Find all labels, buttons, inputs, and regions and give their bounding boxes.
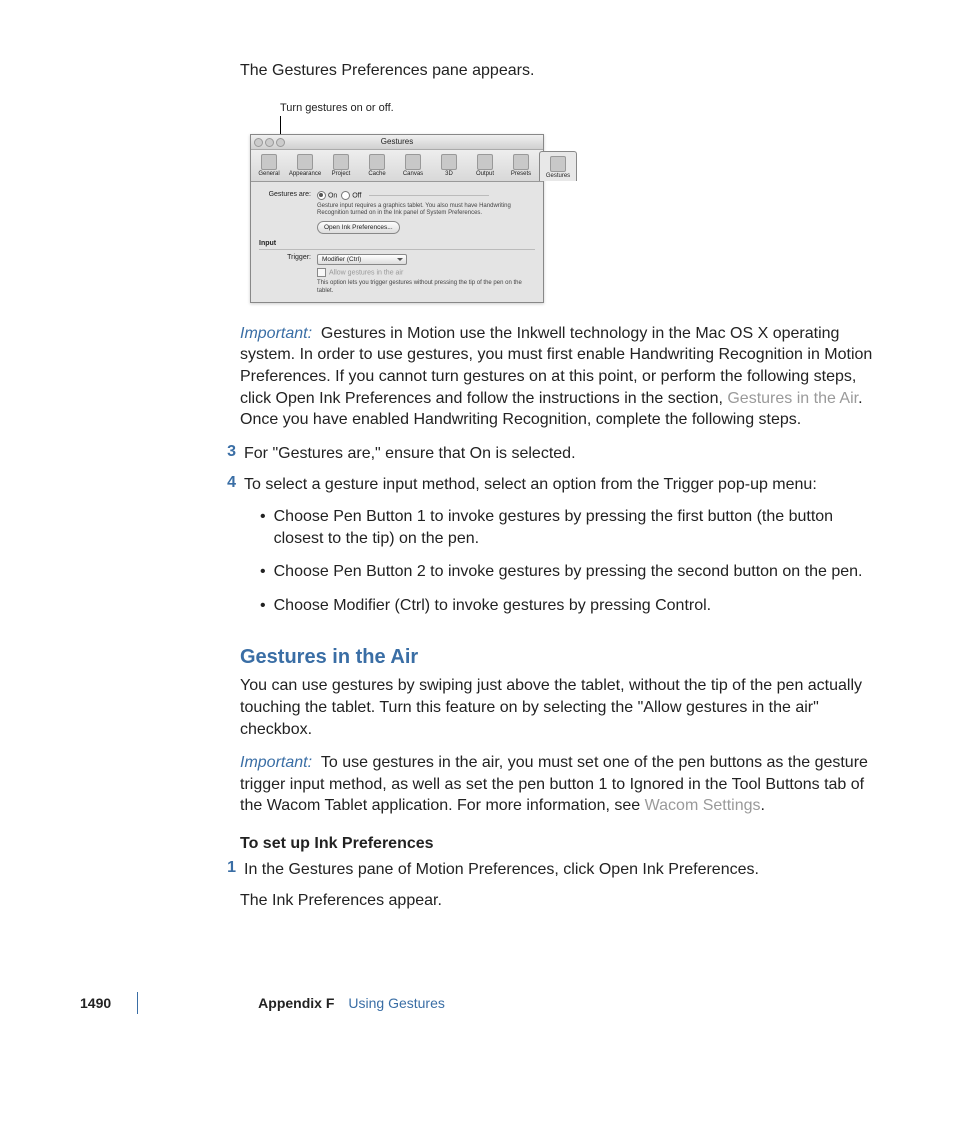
bullet-icon: •: [260, 561, 266, 583]
step-text: For "Gestures are," ensure that On is se…: [244, 443, 880, 465]
presets-icon: [513, 154, 529, 170]
bullet-icon: •: [260, 595, 266, 617]
gestures-are-label: Gestures are:: [259, 191, 311, 198]
air-paragraph: You can use gestures by swiping just abo…: [240, 675, 880, 740]
tab-project: Project: [323, 150, 359, 181]
tab-3d: 3D: [431, 150, 467, 181]
follow-text: The Ink Preferences appear.: [240, 890, 880, 912]
cache-icon: [369, 154, 385, 170]
open-ink-preferences-button: Open Ink Preferences...: [317, 221, 400, 234]
page: The Gestures Preferences pane appears. T…: [0, 0, 954, 1060]
step-3: 3 For "Gestures are," ensure that On is …: [240, 443, 880, 465]
general-icon: [261, 154, 277, 170]
close-icon: [254, 138, 263, 147]
important-label: Important:: [240, 754, 312, 771]
step-text: In the Gestures pane of Motion Preferenc…: [244, 859, 880, 881]
tab-presets: Presets: [503, 150, 539, 181]
project-icon: [333, 154, 349, 170]
step-number: 1: [216, 859, 244, 881]
important-note-2: Important: To use gestures in the air, y…: [240, 752, 880, 817]
output-icon: [477, 154, 493, 170]
tab-output: Output: [467, 150, 503, 181]
gestures-icon: [550, 156, 566, 172]
input-section-label: Input: [259, 240, 535, 247]
prefs-titlebar: Gestures: [251, 135, 543, 150]
air-note: This option lets you trigger gestures wi…: [317, 280, 535, 296]
trigger-label: Trigger:: [259, 254, 311, 261]
footer-divider: [137, 992, 138, 1014]
gesture-requirement-note: Gesture input requires a graphics tablet…: [317, 203, 535, 219]
bullet-icon: •: [260, 506, 266, 549]
tab-canvas: Canvas: [395, 150, 431, 181]
prefs-body: Gestures are: On Off Gesture input requi…: [251, 182, 543, 302]
list-item: •Choose Pen Button 1 to invoke gestures …: [260, 506, 880, 549]
tab-general: General: [251, 150, 287, 181]
off-radio: [341, 191, 350, 200]
gestures-in-air-link[interactable]: Gestures in the Air: [727, 390, 858, 407]
minimize-icon: [265, 138, 274, 147]
intro-text: The Gestures Preferences pane appears.: [240, 60, 880, 82]
tab-cache: Cache: [359, 150, 395, 181]
step-text: To select a gesture input method, select…: [244, 474, 880, 496]
step-4: 4 To select a gesture input method, sele…: [240, 474, 880, 496]
page-number: 1490: [80, 995, 111, 1011]
screenshot-with-callout: Turn gestures on or off. Gestures Genera…: [250, 102, 880, 303]
prefs-toolbar: General Appearance Project Cache Canvas …: [251, 150, 543, 182]
tab-gestures: Gestures: [539, 151, 577, 181]
callout-label: Turn gestures on or off.: [280, 102, 880, 114]
step-number: 4: [216, 474, 244, 496]
on-radio: [317, 191, 326, 200]
list-item: •Choose Pen Button 2 to invoke gestures …: [260, 561, 880, 583]
chapter-title: Using Gestures: [348, 995, 444, 1011]
step-1: 1 In the Gestures pane of Motion Prefere…: [240, 859, 880, 881]
3d-icon: [441, 154, 457, 170]
window-title: Gestures: [381, 137, 413, 146]
list-item: •Choose Modifier (Ctrl) to invoke gestur…: [260, 595, 880, 617]
wacom-settings-link[interactable]: Wacom Settings: [645, 797, 761, 814]
content-column: The Gestures Preferences pane appears. T…: [240, 60, 880, 912]
tab-appearance: Appearance: [287, 150, 323, 181]
page-footer: 1490 Appendix F Using Gestures: [80, 992, 874, 1014]
trigger-select: Modifier (Ctrl): [317, 254, 407, 265]
window-controls: [254, 138, 285, 147]
appendix-label: Appendix F: [258, 995, 334, 1011]
appearance-icon: [297, 154, 313, 170]
callout-leader-line: [280, 116, 281, 134]
section-heading: Gestures in the Air: [240, 646, 880, 669]
zoom-icon: [276, 138, 285, 147]
allow-air-label: Allow gestures in the air: [329, 270, 403, 277]
important-note-1: Important: Gestures in Motion use the In…: [240, 323, 880, 431]
trigger-options-list: •Choose Pen Button 1 to invoke gestures …: [260, 506, 880, 616]
canvas-icon: [405, 154, 421, 170]
allow-air-checkbox: [317, 268, 326, 277]
preferences-window: Gestures General Appearance Project Cach…: [250, 134, 544, 303]
sub-heading: To set up Ink Preferences: [240, 835, 880, 853]
step-number: 3: [216, 443, 244, 465]
important-label: Important:: [240, 325, 312, 342]
